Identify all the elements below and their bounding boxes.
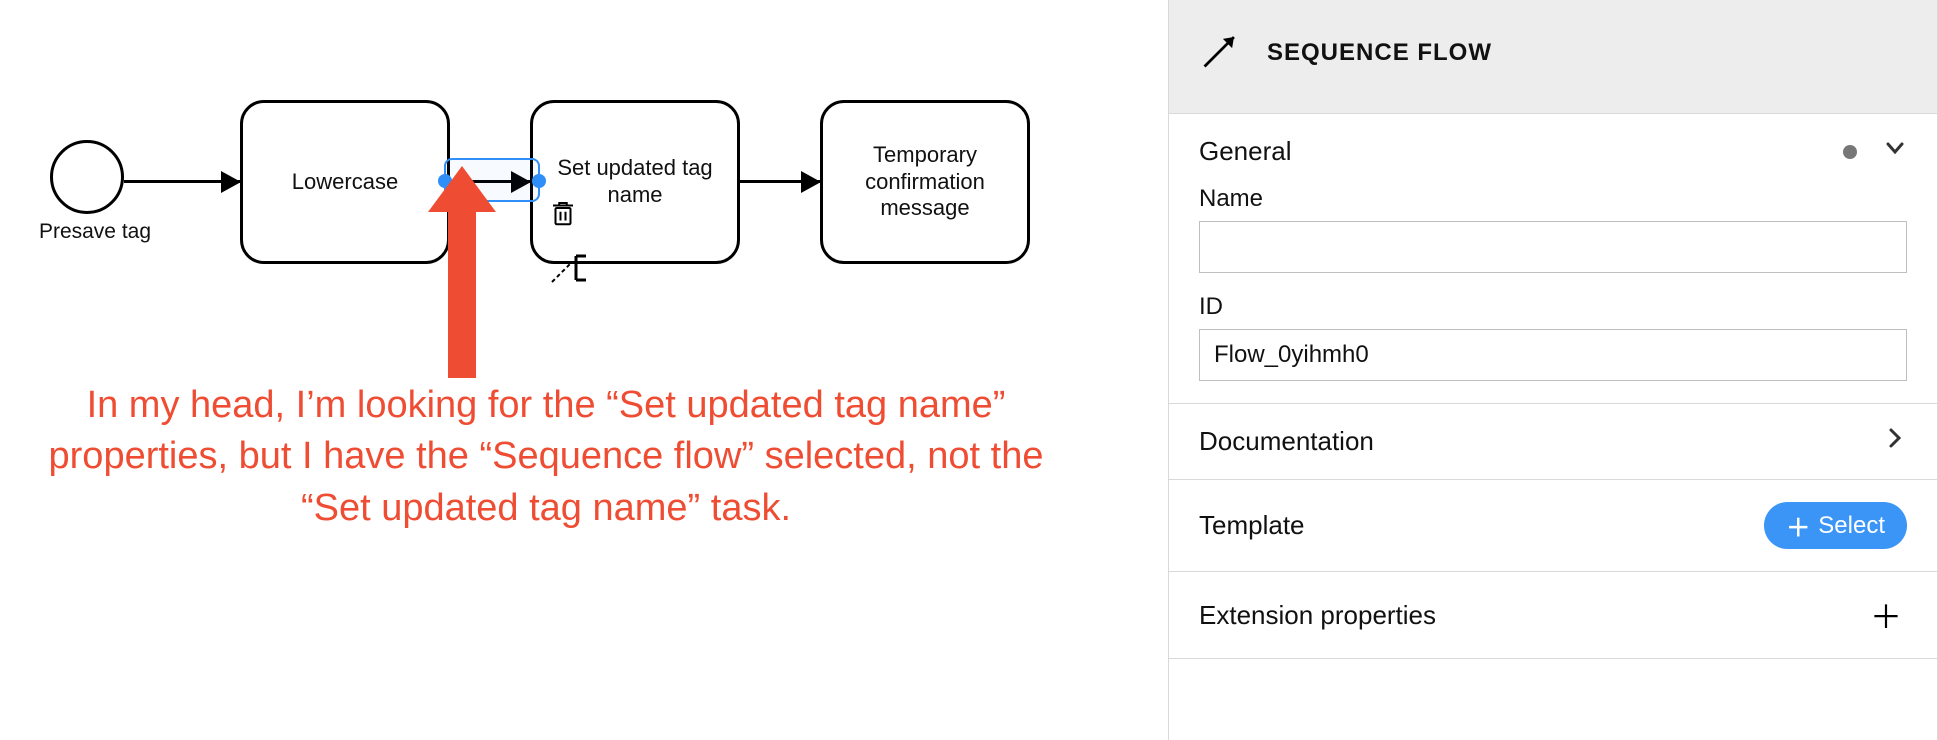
panel-title: SEQUENCE FLOW <box>1267 39 1492 67</box>
text-annotation-icon[interactable] <box>546 246 590 290</box>
id-input[interactable] <box>1199 329 1907 381</box>
template-select-button[interactable]: ＋ Select <box>1764 502 1907 549</box>
waypoint-handle-end[interactable] <box>532 174 546 188</box>
section-general: General Name ID <box>1169 114 1937 404</box>
task-label: Temporary confirmation message <box>835 142 1015 222</box>
plus-icon: ＋ <box>1870 592 1902 638</box>
section-heading: Extension properties <box>1199 600 1436 631</box>
section-heading: Documentation <box>1199 426 1374 457</box>
section-template: Template ＋ Select <box>1169 480 1937 572</box>
sequence-flow-arrow-icon <box>1199 26 1245 79</box>
bpmn-canvas[interactable]: Presave tag Lowercase Set updated tag na… <box>0 0 1168 740</box>
template-select-label: Select <box>1818 512 1885 540</box>
section-documentation[interactable]: Documentation <box>1169 404 1937 480</box>
add-extension-property-button[interactable]: ＋ <box>1865 594 1907 636</box>
start-event-presave-tag[interactable] <box>50 140 124 214</box>
task-lowercase[interactable]: Lowercase <box>240 100 450 264</box>
task-label: Lowercase <box>292 169 398 196</box>
annotation-arrow <box>448 198 476 378</box>
task-temporary-confirmation-message[interactable]: Temporary confirmation message <box>820 100 1030 264</box>
field-label-name: Name <box>1199 185 1907 213</box>
sequence-flow-start-to-lowercase[interactable] <box>124 180 240 183</box>
section-changed-dot-icon <box>1843 145 1857 159</box>
section-header-general[interactable]: General <box>1199 136 1907 167</box>
panel-header: SEQUENCE FLOW <box>1169 0 1937 114</box>
name-input[interactable] <box>1199 221 1907 273</box>
sequence-flow-set-updated-to-temp-confirm[interactable] <box>740 180 820 183</box>
chevron-down-icon[interactable] <box>1883 136 1907 167</box>
trash-icon[interactable] <box>548 198 578 235</box>
section-heading: General <box>1199 136 1292 167</box>
start-event-label: Presave tag <box>30 220 160 244</box>
section-extension-properties: Extension properties ＋ <box>1169 572 1937 659</box>
chevron-right-icon <box>1883 426 1907 457</box>
context-pad <box>546 196 656 286</box>
field-label-id: ID <box>1199 293 1907 321</box>
properties-panel: SEQUENCE FLOW General Name ID <box>1168 0 1938 740</box>
section-heading: Template <box>1199 510 1305 541</box>
annotation-text: In my head, I’m looking for the “Set upd… <box>16 380 1076 534</box>
plus-icon: ＋ <box>1786 508 1810 543</box>
